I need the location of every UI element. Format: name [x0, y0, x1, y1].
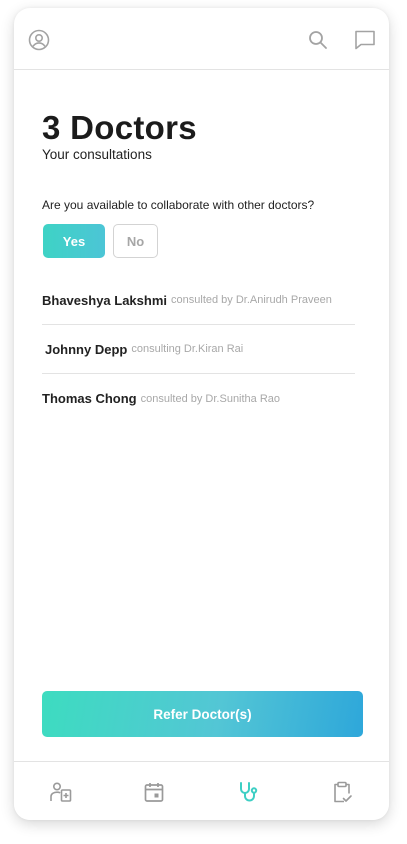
doctors-icon[interactable]	[49, 779, 73, 805]
patient-name: Johnny Depp	[45, 341, 128, 357]
consultation-detail: consulted by Dr.Anirudh Praveen	[171, 294, 332, 306]
patient-name: Thomas Chong	[42, 391, 137, 406]
no-button[interactable]: No	[113, 224, 158, 258]
refer-doctor-button[interactable]: Refer Doctor(s)	[42, 691, 363, 737]
collaboration-question: Are you available to collaborate with ot…	[42, 198, 315, 212]
consultation-detail: consulting Dr.Kiran Rai	[131, 343, 244, 355]
patient-name: Bhaveshya Lakshmi	[42, 292, 168, 308]
bottom-nav	[14, 761, 389, 820]
search-icon[interactable]	[306, 28, 330, 52]
consultation-list: Bhaveshya Lakshmi consulted by Dr.Anirud…	[42, 276, 355, 423]
clipboard-check-icon[interactable]	[330, 779, 354, 805]
stethoscope-icon[interactable]	[236, 779, 260, 805]
calendar-icon[interactable]	[142, 779, 166, 805]
page-subtitle: Your consultations	[42, 147, 152, 162]
app-frame: 3 Doctors Your consultations Are you ava…	[14, 8, 389, 820]
list-item[interactable]: Johnny Depp consulting Dr.Kiran Rai	[42, 325, 355, 374]
consultation-detail: consulted by Dr.Sunitha Rao	[140, 392, 281, 405]
chat-icon[interactable]	[353, 28, 377, 52]
list-item[interactable]: Thomas Chong consulted by Dr.Sunitha Rao	[42, 374, 355, 423]
profile-icon[interactable]	[27, 28, 51, 52]
yes-button[interactable]: Yes	[43, 224, 105, 258]
page-title: 3 Doctors	[42, 109, 197, 146]
list-item[interactable]: Bhaveshya Lakshmi consulted by Dr.Anirud…	[42, 276, 355, 325]
top-bar	[14, 8, 389, 70]
